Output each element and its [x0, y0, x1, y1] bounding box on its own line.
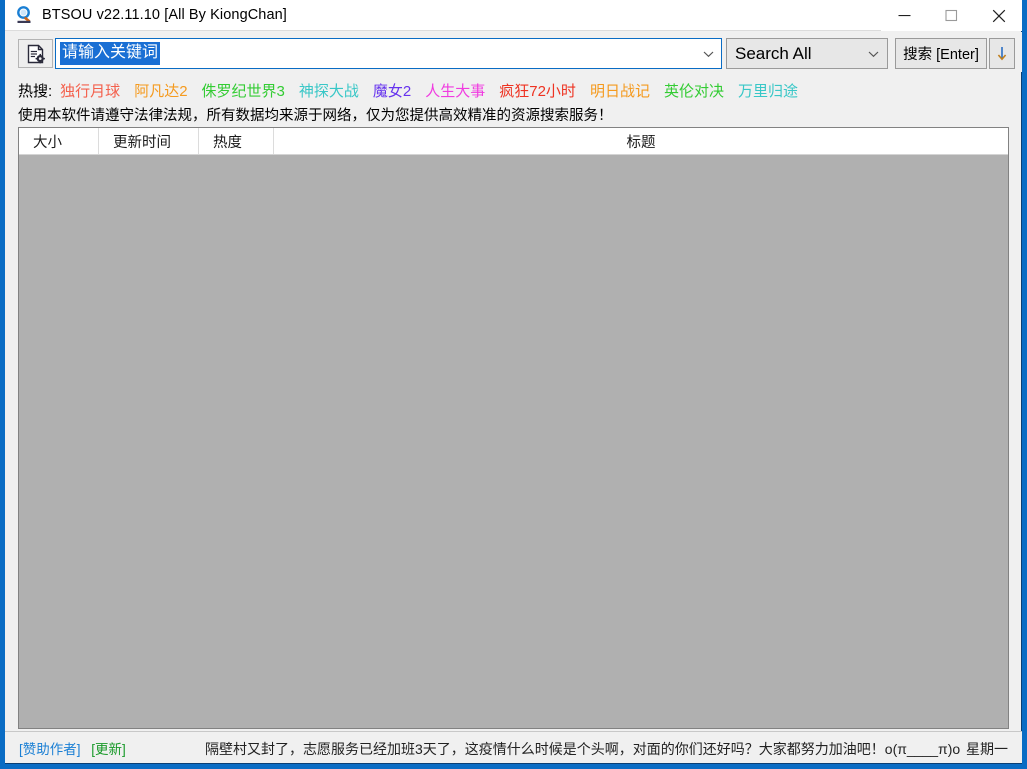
- column-header-update-time[interactable]: 更新时间: [99, 128, 199, 154]
- hot-search-item-8[interactable]: 英伦对决: [664, 80, 724, 101]
- hot-search-item-4[interactable]: 魔女2: [373, 80, 411, 101]
- search-scope-value: Search All: [735, 44, 812, 64]
- application-window: BTSOU v22.11.10 [All By KiongChan]: [0, 0, 1027, 769]
- search-input[interactable]: 请输入关键词: [55, 38, 722, 69]
- window-inner-frame: BTSOU v22.11.10 [All By KiongChan]: [5, 0, 1022, 764]
- column-header-heat[interactable]: 热度: [199, 128, 274, 154]
- search-button[interactable]: 搜索 [Enter]: [895, 38, 987, 69]
- hot-search-item-0[interactable]: 独行月球: [60, 80, 120, 101]
- hot-search-item-5[interactable]: 人生大事: [425, 80, 485, 101]
- legal-notice-text: 使用本软件请遵守法律法规，所有数据均来源于网络，仅为您提供高效精准的资源搜索服务…: [18, 104, 1008, 125]
- minimize-button[interactable]: [881, 0, 928, 31]
- search-toolbar: 请输入关键词 Search All 搜索 [Enter]: [5, 32, 1022, 72]
- hot-search-item-6[interactable]: 疯狂72小时: [499, 80, 576, 101]
- search-scope-select[interactable]: Search All: [726, 38, 888, 69]
- status-message: 隔壁村又封了，志愿服务已经加班3天了，这疫情什么时候是个头啊，对面的你们还好吗？…: [205, 739, 960, 759]
- hot-search-item-3[interactable]: 神探大战: [299, 80, 359, 101]
- title-bar[interactable]: BTSOU v22.11.10 [All By KiongChan]: [5, 0, 1022, 31]
- status-bar: [赞助作者] [更新] 隔壁村又封了，志愿服务已经加班3天了，这疫情什么时候是个…: [5, 731, 1022, 763]
- status-weekday: 星期一: [966, 739, 1008, 759]
- sponsor-author-link[interactable]: [赞助作者]: [19, 742, 81, 757]
- chevron-down-icon[interactable]: [863, 39, 883, 68]
- results-table-header: 大小 更新时间 热度 标题: [19, 128, 1008, 155]
- hot-search-bar: 热搜: 独行月球 阿凡达2 侏罗纪世界3 神探大战 魔女2 人生大事 疯狂72小…: [5, 79, 1022, 101]
- column-header-size[interactable]: 大小: [19, 128, 99, 154]
- hot-search-item-7[interactable]: 明日战记: [590, 80, 650, 101]
- results-panel: 大小 更新时间 热度 标题: [18, 127, 1009, 729]
- hot-search-item-9[interactable]: 万里归途: [738, 80, 798, 101]
- chevron-down-icon[interactable]: [696, 39, 721, 68]
- status-links: [赞助作者] [更新]: [19, 738, 126, 758]
- update-link[interactable]: [更新]: [91, 742, 126, 757]
- window-title: BTSOU v22.11.10 [All By KiongChan]: [42, 7, 287, 23]
- arrow-down-icon[interactable]: [989, 38, 1015, 69]
- magnifier-icon: [15, 5, 35, 25]
- document-gear-icon[interactable]: [18, 39, 53, 68]
- hot-search-label: 热搜:: [18, 80, 52, 101]
- search-input-value[interactable]: 请输入关键词: [60, 42, 160, 65]
- close-button[interactable]: [975, 0, 1022, 31]
- window-controls: [881, 0, 1022, 31]
- hot-search-item-1[interactable]: 阿凡达2: [134, 80, 187, 101]
- column-header-title[interactable]: 标题: [274, 128, 1008, 154]
- maximize-button[interactable]: [928, 0, 975, 31]
- results-table-body[interactable]: [19, 155, 1008, 729]
- hot-search-item-2[interactable]: 侏罗纪世界3: [202, 80, 285, 101]
